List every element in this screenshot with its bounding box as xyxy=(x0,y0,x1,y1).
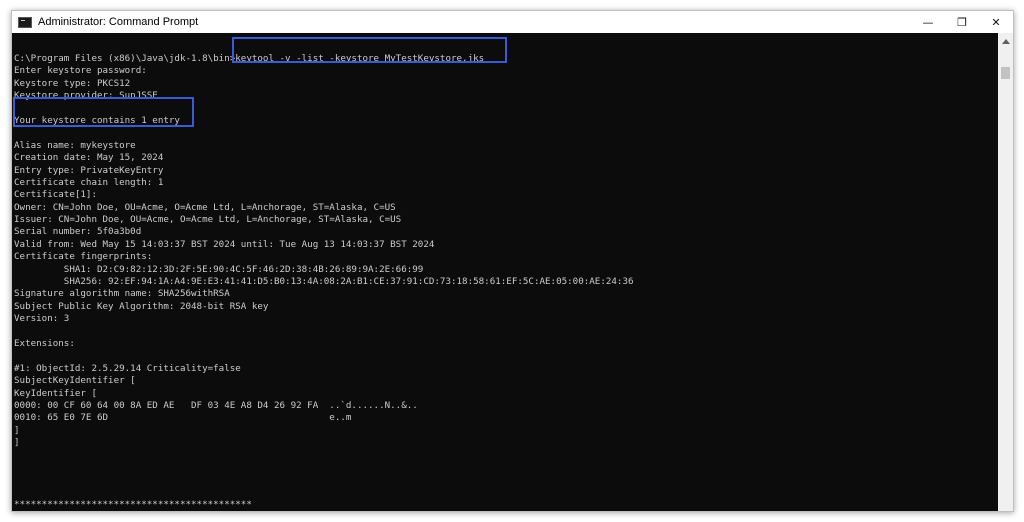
terminal-line: Keystore type: PKCS12 xyxy=(14,77,131,89)
terminal-line: Certificate[1]: xyxy=(14,189,97,201)
terminal-output[interactable]: C:\Program Files (x86)\Java\jdk-1.8\bin>… xyxy=(12,33,997,511)
window-title: Administrator: Command Prompt xyxy=(38,16,199,28)
terminal-line: Entry type: PrivateKeyEntry xyxy=(14,164,164,176)
terminal-line: Valid from: Wed May 15 14:03:37 BST 2024… xyxy=(14,238,435,250)
vertical-scrollbar[interactable] xyxy=(998,33,1013,511)
terminal-line: SHA1: D2:C9:82:12:3D:2F:5E:90:4C:5F:46:2… xyxy=(14,263,424,275)
terminal-line: Enter keystore password: xyxy=(14,65,147,77)
terminal-line: Keystore provider: SunJSSE xyxy=(14,90,158,102)
maximize-button[interactable]: ❐ xyxy=(945,11,979,33)
terminal-line: Subject Public Key Algorithm: 2048-bit R… xyxy=(14,300,269,312)
terminal-line: Issuer: CN=John Doe, OU=Acme, O=Acme Ltd… xyxy=(14,214,402,226)
close-button[interactable]: ✕ xyxy=(979,11,1013,33)
terminal-line: ] xyxy=(14,437,20,449)
minimize-button[interactable]: — xyxy=(911,11,945,33)
command-prompt-icon[interactable] xyxy=(18,16,32,28)
terminal-line: Serial number: 5f0a3b0d xyxy=(14,226,142,238)
scroll-thumb[interactable] xyxy=(1001,67,1010,79)
terminal-line: 0010: 65 E0 7E 6D e..m xyxy=(14,412,352,424)
command-prompt-window: Administrator: Command Prompt — ❐ ✕ C:\P… xyxy=(11,10,1014,512)
terminal-line: SubjectKeyIdentifier [ xyxy=(14,375,136,387)
terminal-line: Creation date: May 15, 2024 xyxy=(14,152,164,164)
terminal-line: ****************************************… xyxy=(14,499,252,511)
terminal-line: Certificate chain length: 1 xyxy=(14,176,164,188)
terminal-line: Signature algorithm name: SHA256withRSA xyxy=(14,288,230,300)
terminal-line: ] xyxy=(14,424,20,436)
screenshot-page: Administrator: Command Prompt — ❐ ✕ C:\P… xyxy=(0,0,1024,522)
terminal-line: Your keystore contains 1 entry xyxy=(14,114,180,126)
terminal-line: Alias name: mykeystore xyxy=(14,139,136,151)
terminal-line: SHA256: 92:EF:94:1A:A4:9E:E3:41:41:D5:B0… xyxy=(14,276,634,288)
terminal-line: KeyIdentifier [ xyxy=(14,387,97,399)
window-controls: — ❐ ✕ xyxy=(911,11,1013,33)
terminal-line: Owner: CN=John Doe, OU=Acme, O=Acme Ltd,… xyxy=(14,201,396,213)
terminal-line: 0000: 00 CF 60 64 00 8A ED AE DF 03 4E A… xyxy=(14,399,418,411)
title-bar[interactable]: Administrator: Command Prompt — ❐ ✕ xyxy=(12,11,1013,33)
scroll-up-arrow-icon[interactable] xyxy=(1002,39,1010,44)
terminal-line: #1: ObjectId: 2.5.29.14 Criticality=fals… xyxy=(14,362,241,374)
terminal-line: Certificate fingerprints: xyxy=(14,251,153,263)
terminal-line: Version: 3 xyxy=(14,313,70,325)
terminal-line: Extensions: xyxy=(14,337,75,349)
terminal-line: C:\Program Files (x86)\Java\jdk-1.8\bin>… xyxy=(14,53,485,64)
